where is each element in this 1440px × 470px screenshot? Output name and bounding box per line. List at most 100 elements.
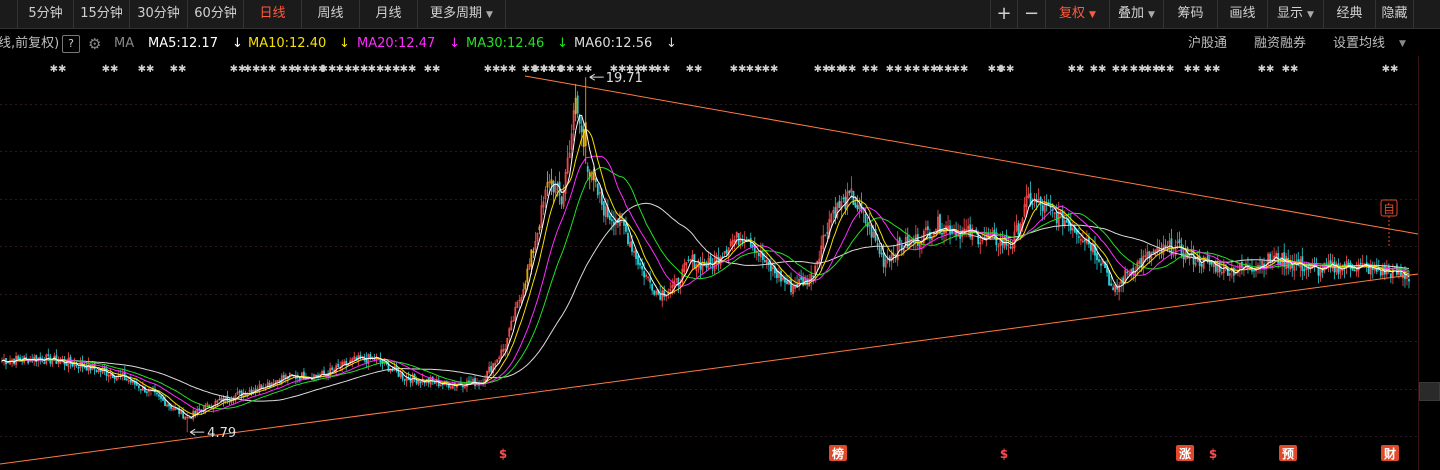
candle-body [870, 225, 873, 238]
candle-body [156, 392, 158, 395]
candle-body [602, 201, 605, 216]
candle-body [7, 361, 9, 364]
candle-body [848, 190, 851, 194]
candle-body [882, 251, 885, 267]
candle-body [1096, 253, 1098, 261]
candle-body [1178, 239, 1181, 244]
candle-body [254, 388, 257, 391]
candle-body [303, 371, 305, 380]
candle-body [635, 250, 637, 259]
candle-body [763, 260, 766, 263]
event-dot-icon: ✱✱ [576, 64, 593, 75]
candle-body [164, 399, 166, 406]
event-dot-icon: ✱✱ [1112, 64, 1129, 75]
event-dot-icon: ✱✱ [886, 64, 903, 75]
candle-body [95, 370, 98, 373]
period-tab-2[interactable]: 30分钟 [130, 0, 188, 28]
candle-body [129, 380, 132, 383]
zoom-out-button[interactable]: − [1018, 0, 1046, 28]
candle-body [25, 357, 28, 359]
period-tab-label: 60分钟 [194, 6, 237, 21]
event-dot-icon: ✱✱ [862, 64, 879, 75]
candle-body [912, 241, 915, 243]
kline-chart[interactable]: 19.714.79✱✱ ✱✱ ✱✱ ✱✱ ✱✱✱✱ ✱✱ ✱✱✱✱ ✱✱✱✱ ✱✱ ✱✱ ✱✱ ✱✱ ✱… [0, 56, 1440, 470]
event-dot-icon: ✱✱ [336, 64, 353, 75]
period-tab-1[interactable]: 15分钟 [74, 0, 130, 28]
candle-body [317, 374, 319, 377]
event-dot-icon: ✱✱ [384, 64, 401, 75]
period-tab-0[interactable]: 5分钟 [18, 0, 74, 28]
candle-body [1084, 239, 1086, 242]
candle-body [878, 247, 881, 254]
period-tab-4[interactable]: 日线 [244, 0, 302, 28]
gear-icon[interactable]: ⚙ [88, 32, 101, 56]
event-dot-icon: ✱✱ [1068, 64, 1085, 75]
link-hk-connect[interactable]: 沪股通 [1188, 32, 1227, 56]
candle-body [43, 362, 46, 364]
candle-body [1317, 267, 1320, 276]
event-dot-icon: ✱✱ [686, 64, 703, 75]
candle-body [331, 367, 334, 370]
help-button[interactable]: ? [62, 35, 80, 53]
event-dot-icon: ✱✱ [500, 64, 517, 75]
candle-body [1353, 269, 1356, 272]
candle-body [639, 262, 641, 266]
candle-body [1061, 211, 1064, 226]
candle-body [1090, 243, 1092, 251]
scrollbar-thumb[interactable] [1419, 382, 1440, 401]
period-tab-3[interactable]: 60分钟 [188, 0, 244, 28]
period-tab-6[interactable]: 月线 [360, 0, 418, 28]
candle-body [876, 243, 879, 246]
tool-button-label: 经典 [1336, 6, 1363, 21]
candle-body [403, 379, 406, 381]
tool-button-1[interactable]: 叠加 ▼ [1110, 0, 1164, 28]
candle-body [741, 240, 744, 244]
link-set-ma[interactable]: 设置均线 [1333, 32, 1385, 56]
tool-button-2[interactable]: 筹码 [1164, 0, 1218, 28]
candle-body [941, 232, 943, 235]
candle-body [627, 232, 629, 245]
candle-body [625, 223, 627, 232]
event-dot-icon: ✱✱ [936, 64, 953, 75]
period-tab-label: 周线 [317, 6, 344, 21]
candle-body [1359, 262, 1362, 265]
candle-body [85, 366, 88, 371]
ma5-value: MA5:12.17 [148, 36, 218, 51]
upper-trendline [524, 75, 1419, 235]
candle-body [244, 393, 247, 396]
event-dot-icon: ✱✱ [352, 64, 369, 75]
candle-body [462, 385, 464, 388]
candle-body [786, 280, 788, 285]
candle-body [419, 381, 422, 383]
high-arrow [589, 73, 604, 81]
event-dot-icon: ✱✱ [320, 64, 337, 75]
candle-body [757, 252, 760, 257]
period-toolbar: 5分钟 15分钟 30分钟 60分钟 日线 周线 月线 更多周期 ▼ + − 复权 ▼ 叠加 ▼ 筹码 画线 显示… [0, 0, 1440, 29]
candle-body [1152, 251, 1155, 254]
tool-button-5[interactable]: 经典 [1324, 0, 1376, 28]
tool-button-6[interactable]: 隐藏 [1376, 0, 1414, 28]
event-dot-icon: ✱✱ [904, 64, 921, 75]
moving-average-legend: 线,前复权) ? ⚙ MA MA5:12.17 ↓ MA10:12.40 ↓ M… [0, 32, 1440, 56]
event-dot-icon: ✱✱ [952, 64, 969, 75]
candle-body [17, 355, 20, 360]
zoom-in-button[interactable]: + [990, 0, 1018, 28]
candle-body [1408, 279, 1410, 282]
candle-body [1259, 265, 1261, 267]
candle-body [397, 370, 400, 377]
tool-button-0[interactable]: 复权 ▼ [1046, 0, 1110, 28]
caret-down-icon: ▼ [1307, 10, 1314, 20]
ma5-line [1, 114, 1410, 419]
link-margin-trading[interactable]: 融资融券 [1254, 32, 1306, 56]
chevron-down-icon[interactable]: ▼ [1399, 32, 1406, 56]
tool-button-4[interactable]: 显示 ▼ [1268, 0, 1324, 28]
event-dot-icon: ✱✱ [260, 64, 277, 75]
ma60-value: MA60:12.56 [574, 36, 653, 51]
period-tab-7[interactable]: 更多周期 ▼ [418, 0, 506, 28]
toolbar-cut-item[interactable] [0, 0, 18, 28]
period-tab-5[interactable]: 周线 [302, 0, 360, 28]
event-dot-icon: ✱✱ [558, 64, 575, 75]
tool-button-3[interactable]: 画线 [1218, 0, 1268, 28]
ma20-line [1, 155, 1410, 412]
candle-body [1379, 271, 1382, 276]
